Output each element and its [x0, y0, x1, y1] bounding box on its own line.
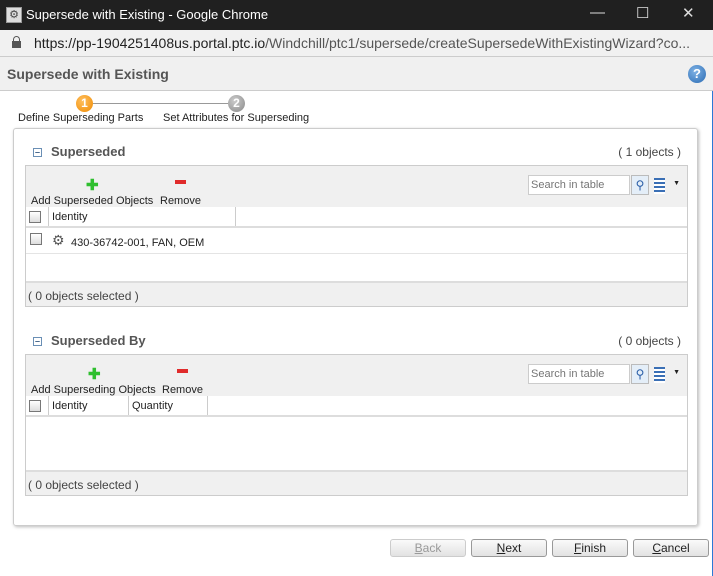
next-button[interactable]: Next	[471, 539, 547, 557]
table-toolbar: ✚ Add Superseded Objects Remove ⚲ ▼	[26, 166, 687, 207]
row-checkbox[interactable]	[30, 233, 42, 245]
window-title: Supersede with Existing - Google Chrome	[26, 7, 269, 22]
table-footer: ( 0 objects selected )	[26, 281, 687, 306]
search-icon[interactable]: ⚲	[631, 175, 649, 195]
collapse-icon[interactable]: –	[33, 337, 42, 346]
remove-icon[interactable]	[177, 369, 188, 373]
remove-button[interactable]: Remove	[162, 384, 203, 396]
search-input[interactable]	[528, 364, 630, 384]
remove-icon[interactable]	[175, 180, 186, 184]
close-button[interactable]: ✕	[682, 4, 695, 22]
finish-button[interactable]: Finish	[552, 539, 628, 557]
step-1-label[interactable]: Define Superseding Parts	[18, 112, 143, 124]
url-path: /Windchill/ptc1/supersede/createSupersed…	[265, 35, 691, 51]
step-connector	[93, 103, 228, 104]
column-identity[interactable]: Identity	[49, 207, 236, 226]
superseded-table: ✚ Add Superseded Objects Remove ⚲ ▼ Iden…	[25, 165, 688, 307]
search-icon[interactable]: ⚲	[631, 364, 649, 384]
remove-button[interactable]: Remove	[160, 195, 201, 207]
column-identity[interactable]: Identity	[49, 396, 129, 415]
identity-cell[interactable]: 430-36742-001, FAN, OEM	[71, 237, 204, 249]
help-icon[interactable]: ?	[688, 65, 706, 83]
superseded-section-header[interactable]: – Superseded	[33, 144, 125, 159]
back-button[interactable]: Back	[390, 539, 466, 557]
step-2-indicator[interactable]: 2	[228, 95, 245, 112]
collapse-icon[interactable]: –	[33, 148, 42, 157]
add-superseded-objects-button[interactable]: Add Superseded Objects	[31, 195, 153, 207]
add-superseding-objects-button[interactable]: Add Superseding Objects	[31, 384, 156, 396]
add-icon[interactable]: ✚	[88, 365, 101, 383]
column-view-icon[interactable]	[654, 367, 665, 383]
chevron-down-icon[interactable]: ▼	[673, 369, 680, 376]
table-footer: ( 0 objects selected )	[26, 470, 687, 495]
superseded-by-section-header[interactable]: – Superseded By	[33, 333, 146, 348]
table-header: Identity	[26, 207, 687, 228]
chevron-down-icon[interactable]: ▼	[673, 180, 680, 187]
minimize-button[interactable]: —	[590, 4, 605, 21]
table-row: ⚙ 430-36742-001, FAN, OEM	[26, 230, 687, 254]
table-toolbar: ✚ Add Superseding Objects Remove ⚲ ▼	[26, 355, 687, 396]
table-header: Identity Quantity	[26, 396, 687, 417]
search-input[interactable]	[528, 175, 630, 195]
url-host: https://pp-1904251408us.portal.ptc.io	[34, 35, 266, 51]
maximize-button[interactable]: ☐	[636, 4, 649, 22]
add-icon[interactable]: ✚	[86, 176, 99, 194]
column-view-icon[interactable]	[654, 178, 665, 194]
title-bar: ⚙ Supersede with Existing - Google Chrom…	[0, 0, 713, 30]
superseded-count: ( 1 objects )	[618, 145, 681, 159]
select-all-checkbox[interactable]	[29, 400, 41, 412]
column-quantity[interactable]: Quantity	[129, 396, 208, 415]
section-title: Superseded	[51, 144, 126, 159]
section-title: Superseded By	[51, 333, 146, 348]
step-1-indicator[interactable]: 1	[76, 95, 93, 112]
step-2-label[interactable]: Set Attributes for Superseding	[163, 112, 309, 124]
part-gear-icon: ⚙	[52, 232, 65, 248]
app-icon: ⚙	[6, 7, 22, 23]
superseded-by-table: ✚ Add Superseding Objects Remove ⚲ ▼ Ide…	[25, 354, 688, 496]
select-all-checkbox[interactable]	[29, 211, 41, 223]
page-title: Supersede with Existing	[7, 66, 169, 82]
address-bar[interactable]: https://pp-1904251408us.portal.ptc.io/Wi…	[0, 30, 713, 57]
cancel-button[interactable]: Cancel	[633, 539, 709, 557]
superseded-by-count: ( 0 objects )	[618, 334, 681, 348]
lock-icon	[11, 36, 21, 48]
wizard-header: Supersede with Existing ?	[0, 57, 713, 91]
